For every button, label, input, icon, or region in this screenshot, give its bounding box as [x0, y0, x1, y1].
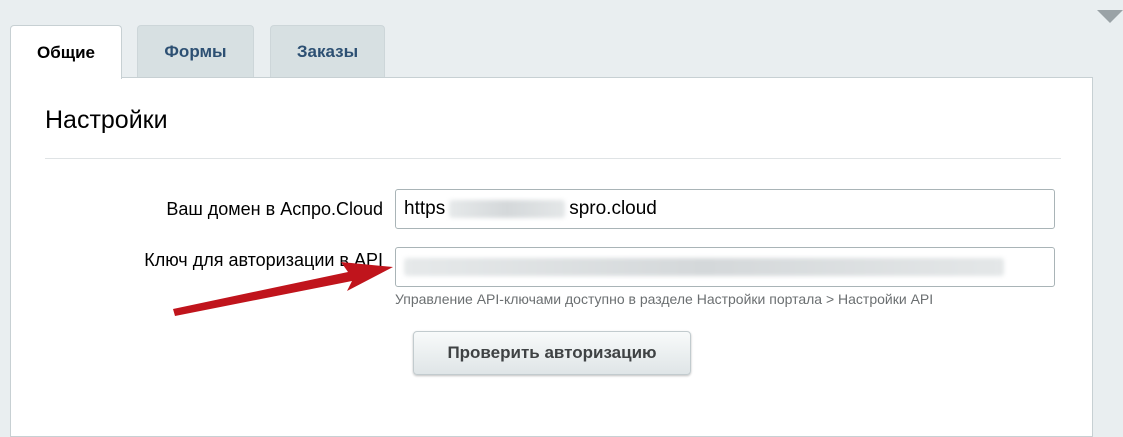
redacted-blur	[449, 200, 566, 218]
api-key-label: Ключ для авторизации в API	[144, 250, 383, 270]
domain-input[interactable]: https spro.cloud	[395, 189, 1055, 229]
domain-label: Ваш домен в Аспро.Cloud	[166, 199, 383, 219]
check-auth-button[interactable]: Проверить авторизацию	[413, 331, 691, 375]
api-key-hint: Управление API-ключами доступно в раздел…	[395, 291, 934, 307]
section-title: Настройки	[45, 106, 168, 134]
tab-general[interactable]: Общие	[10, 25, 122, 79]
domain-value-start: https	[404, 198, 446, 219]
domain-value-end: spro.cloud	[569, 198, 657, 219]
redacted-api-key	[404, 258, 1004, 276]
tab-forms[interactable]: Формы	[137, 25, 254, 77]
divider	[45, 158, 1061, 159]
settings-panel: Настройки Ваш домен в Аспро.Cloud https …	[10, 77, 1093, 437]
tab-orders[interactable]: Заказы	[270, 25, 385, 77]
api-key-input[interactable]	[395, 247, 1055, 287]
collapse-triangle-icon[interactable]	[1097, 10, 1123, 23]
